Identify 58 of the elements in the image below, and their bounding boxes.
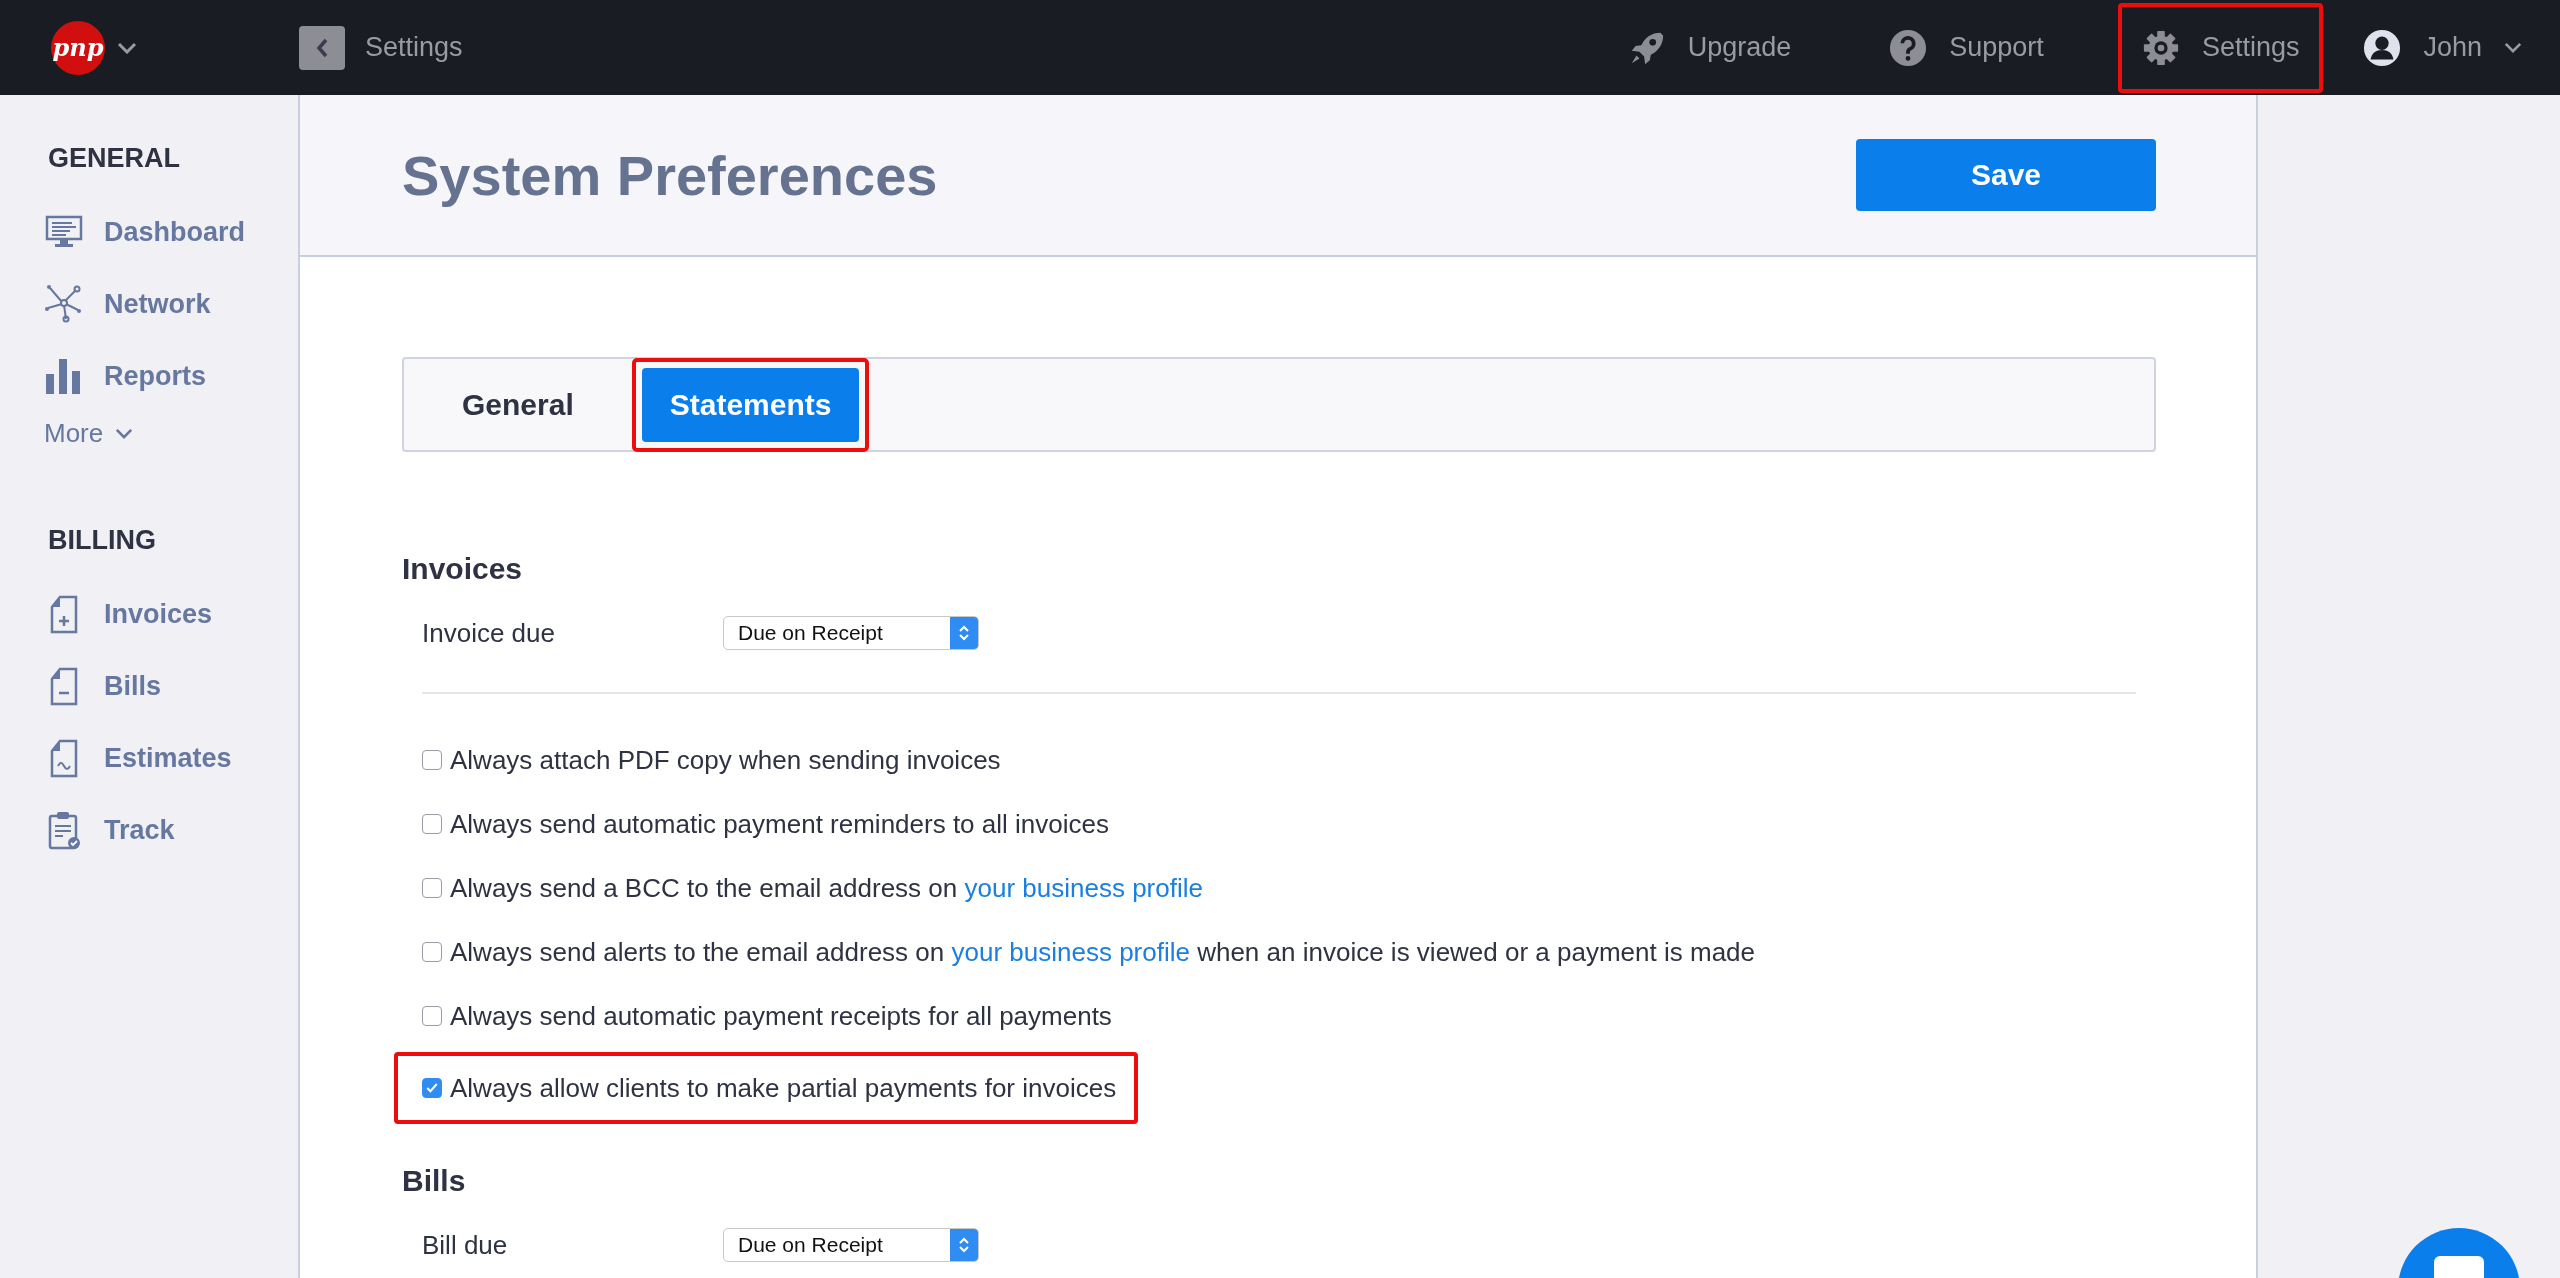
dropdown[interactable]: Due on Receipt [723,1228,979,1262]
nav-link[interactable]: Settings [2117,2,2324,93]
option-label: Always allow clients to make partial payments for invoices [450,1072,1117,1104]
save-button[interactable]: Save [1856,139,2156,211]
field-label: Bill due [422,1229,509,1261]
option-label: Always send alerts to the email address on your business profile when an invoice is viewed or a payment is made [450,936,1756,968]
option-label: Always attach PDF copy when sending invoices [450,744,1001,776]
sidebar-heading: BILLING [47,525,157,556]
field-label: Invoice due [422,617,556,649]
sidebar-label: Reports [104,360,206,392]
sidebar-label: Invoices [104,598,213,630]
sidebar-label: Bills [104,670,162,702]
sidebar-label: Track [104,814,175,846]
tab[interactable]: General [434,367,602,442]
sidebar-item[interactable]: Dashboard [44,196,298,268]
section-heading: Invoices [402,552,524,586]
sidebar-item[interactable]: Bills [44,650,298,722]
checkbox[interactable] [422,1006,442,1026]
sidebar-label: Network [104,288,211,320]
dropdown[interactable]: Due on Receipt [723,616,979,650]
option-label: Always send a BCC to the email address on your business profile [450,872,1203,904]
checkbox[interactable] [422,814,442,834]
breadcrumb-title: Settings [365,32,463,63]
sidebar-item[interactable]: Invoices [44,578,298,650]
logo[interactable]: pnp [51,20,105,75]
option-label: Always send automatic payment receipts for all payments [450,1000,1112,1032]
settings-icon [2141,28,2180,67]
checkbox[interactable] [422,750,442,770]
help-icon [1889,28,1928,67]
network-icon [44,284,84,324]
checkbox[interactable] [422,878,442,898]
avatar-icon [2363,28,2402,67]
nav-link[interactable]: Support [1865,2,2068,93]
checkbox[interactable] [422,1078,442,1098]
chevron-down-icon [117,41,137,54]
user-menu[interactable]: John [2363,28,2522,67]
more-link[interactable]: More [44,418,134,449]
stepper-icon [950,617,978,649]
sidebar-item[interactable]: Estimates [44,722,298,794]
sidebar-item[interactable]: Network [44,268,298,340]
sidebar-heading: GENERAL [47,143,181,174]
sidebar-label: Estimates [104,742,232,774]
checkbox[interactable] [422,942,442,962]
page-title: System Preferences [402,142,938,208]
profile-link[interactable]: your business profile [964,872,1203,903]
nav-link[interactable]: Upgrade [1603,2,1816,93]
tab[interactable]: Statements [641,367,860,442]
option-label: Always send automatic payment reminders to all invoices [450,808,1109,840]
chevron-left-icon [316,37,328,58]
sidebar-item[interactable]: Reports [44,340,298,412]
chevron-down-icon [115,428,134,439]
stepper-icon [950,1229,978,1261]
sidebar-item[interactable]: Track [44,794,298,866]
chevron-down-icon [2504,42,2522,53]
profile-link[interactable]: your business profile [951,936,1190,967]
back-button[interactable] [299,25,345,70]
sidebar-label: Dashboard [104,216,246,248]
section-heading: Bills [402,1164,467,1198]
